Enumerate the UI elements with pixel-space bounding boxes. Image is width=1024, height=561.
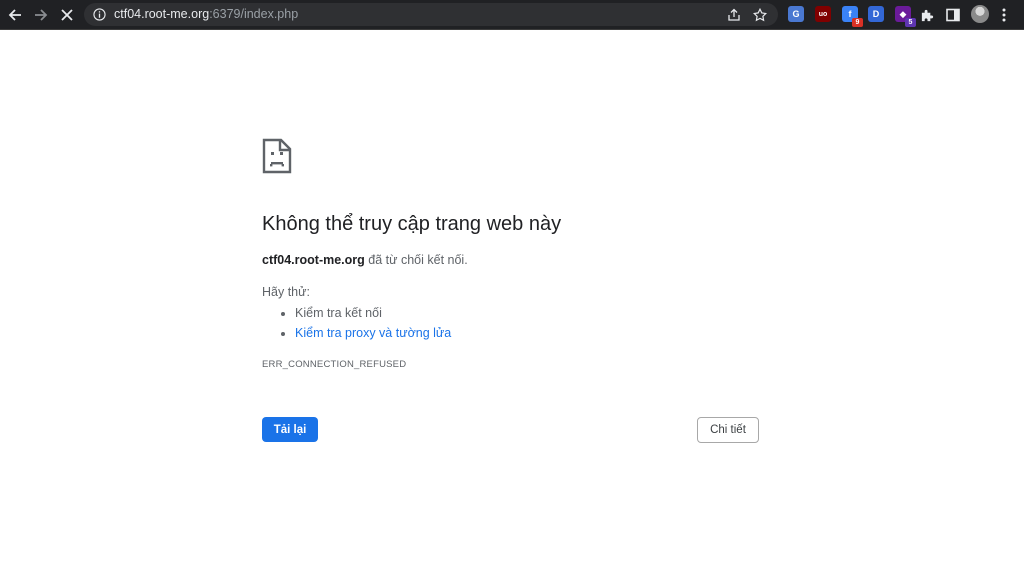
share-icon [728, 8, 740, 21]
address-bar[interactable]: ctf04.root-me.org:6379/index.php [84, 3, 778, 26]
forward-button[interactable] [29, 3, 53, 27]
url-host: ctf04.root-me.org [114, 7, 210, 21]
ublock-extension-icon[interactable]: uo [815, 6, 831, 22]
bookmark-button[interactable] [752, 7, 768, 23]
share-button[interactable] [726, 7, 742, 23]
try-label: Hãy thử: [262, 285, 310, 299]
extension-d-glyph: D [872, 9, 880, 19]
extension-d-icon[interactable]: D [868, 6, 884, 22]
extension-3-badge: 9 [852, 18, 863, 27]
back-button[interactable] [3, 3, 27, 27]
arrow-left-icon [8, 9, 21, 21]
url-text[interactable]: ctf04.root-me.org:6379/index.php [114, 7, 298, 22]
translate-extension-glyph: G [792, 9, 800, 19]
profile-avatar[interactable] [971, 5, 989, 23]
suggestion-check-connection: Kiểm tra kết nối [295, 303, 451, 323]
extension-3-glyph: f [848, 9, 852, 19]
ublock-extension-glyph: uo [818, 10, 828, 18]
reload-button[interactable]: Tải lại [262, 417, 318, 442]
more-vert-icon[interactable] [996, 7, 1012, 23]
extensions-button[interactable] [915, 3, 939, 27]
error-message: đã từ chối kết nối. [364, 253, 468, 267]
translate-extension-icon[interactable]: G [788, 6, 804, 22]
side-panel-icon [946, 8, 960, 22]
details-button[interactable]: Chi tiết [697, 417, 759, 443]
star-icon [753, 8, 767, 22]
extension-5-icon[interactable]: ◆ 5 [895, 6, 916, 27]
suggestion-text: Kiểm tra kết nối [295, 306, 382, 320]
arrow-right-icon [35, 9, 48, 21]
info-icon[interactable] [93, 8, 106, 21]
check-proxy-link[interactable]: Kiểm tra proxy và tường lửa [295, 326, 451, 340]
error-host: ctf04.root-me.org [262, 253, 365, 267]
extension-3-icon[interactable]: f 9 [842, 6, 863, 27]
puzzle-icon [921, 9, 933, 21]
page-title: Không thể truy cập trang web này [262, 213, 562, 235]
suggestion-list: Kiểm tra kết nối Kiểm tra proxy và tường… [262, 303, 451, 343]
suggestion-check-proxy: Kiểm tra proxy và tường lửa [295, 323, 451, 343]
browser-toolbar: ctf04.root-me.org:6379/index.php G uo f … [0, 0, 1024, 30]
error-description: ctf04.root-me.org đã từ chối kết nối. [262, 253, 468, 267]
url-path: :6379/index.php [209, 7, 299, 21]
sad-page-icon [262, 138, 292, 174]
stop-button[interactable] [55, 3, 79, 27]
side-panel-button[interactable] [941, 3, 965, 27]
close-icon [61, 9, 73, 21]
error-code: ERR_CONNECTION_REFUSED [262, 359, 407, 370]
